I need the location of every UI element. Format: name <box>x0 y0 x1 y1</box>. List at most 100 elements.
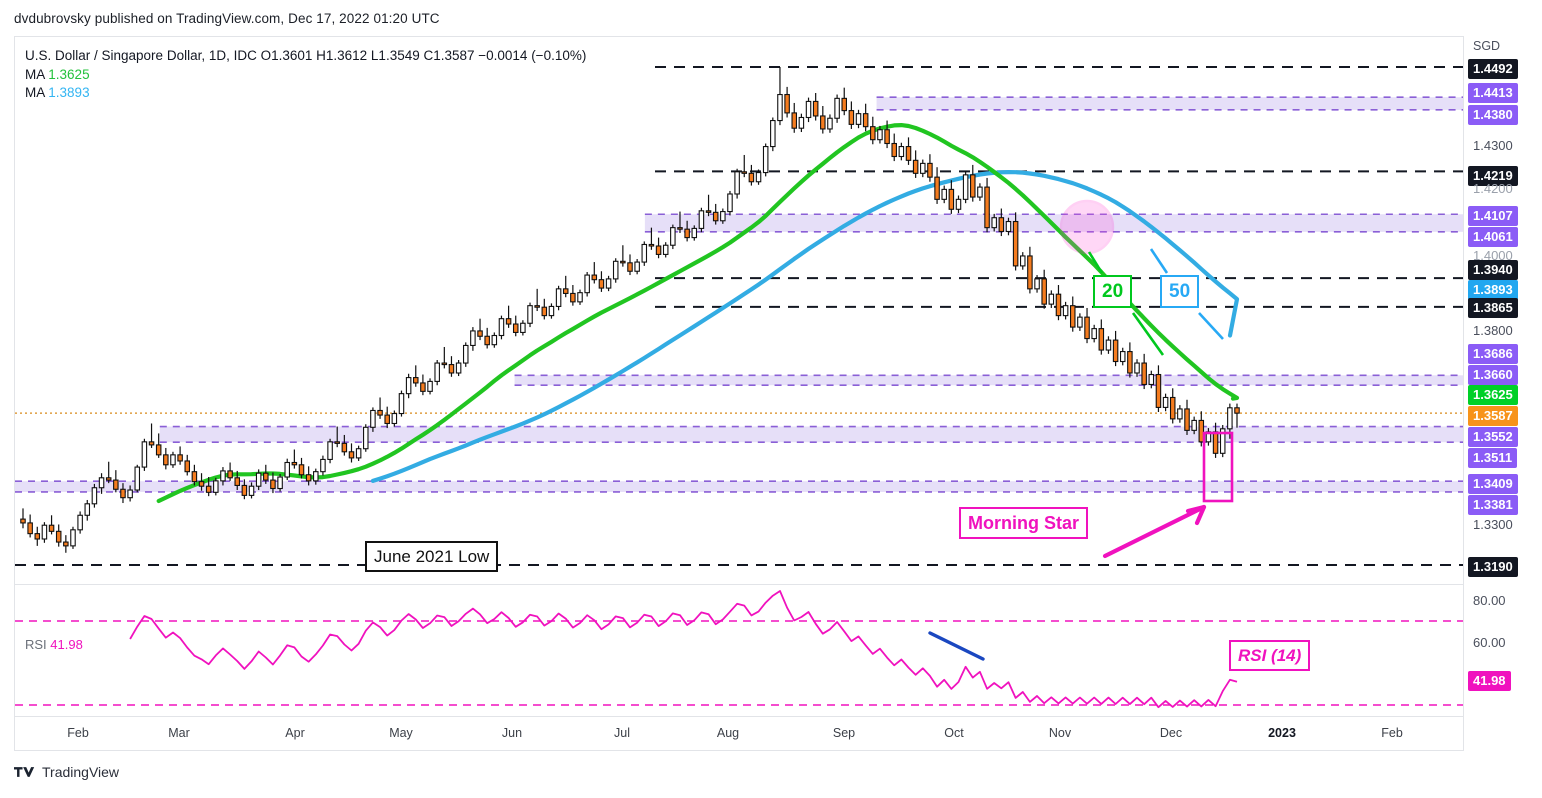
candle-body <box>898 146 905 158</box>
ma-cross-highlight-circle <box>1059 199 1115 255</box>
candle-body <box>734 171 740 195</box>
candle-body <box>341 442 348 453</box>
candle-body <box>355 448 362 459</box>
time-tick: May <box>389 726 413 740</box>
candle-body <box>298 464 305 476</box>
candle-body <box>720 211 726 222</box>
candle-body <box>612 260 619 280</box>
candle-body <box>798 116 805 129</box>
candle-body <box>691 227 698 239</box>
chart-frame[interactable]: U.S. Dollar / Singapore Dollar, 1D, IDC … <box>14 36 1464 751</box>
candle-body <box>491 334 498 346</box>
candle-body <box>1012 220 1019 267</box>
candle-body <box>498 318 505 337</box>
candle-body <box>170 454 176 466</box>
candle-body <box>27 522 33 535</box>
candle-body <box>1091 328 1097 340</box>
price-scale-divider <box>1463 37 1464 750</box>
price-tick: 1.3190 <box>1468 557 1518 577</box>
candle-body <box>155 444 162 456</box>
candle-body <box>1084 316 1090 340</box>
candle-body <box>555 288 562 307</box>
time-tick: Feb <box>1381 726 1403 740</box>
annotation-morning-star[interactable]: Morning Star <box>959 507 1088 539</box>
chart-canvas[interactable] <box>15 37 1463 715</box>
candle-body <box>634 261 640 272</box>
price-tick: 1.4061 <box>1468 227 1518 247</box>
price-tick: 1.3381 <box>1468 495 1518 515</box>
candle-body <box>98 477 105 489</box>
candle-body <box>934 176 940 200</box>
candle-body <box>548 305 555 317</box>
price-tick: 1.3511 <box>1468 448 1518 468</box>
candle-body <box>1134 362 1140 374</box>
candle-body <box>1169 396 1176 420</box>
annotation-ma20[interactable]: 20 <box>1093 275 1133 308</box>
annotation-june-2021-low[interactable]: June 2021 Low <box>365 541 499 572</box>
candle-body <box>505 318 512 325</box>
price-axis[interactable]: SGD 1.4492 1.4413 1.4380 1.4300 1.4219 1.4200… <box>1465 37 1542 750</box>
candle-body <box>534 305 540 308</box>
candle-body <box>205 485 212 493</box>
candle-body <box>627 262 633 272</box>
candle-body <box>1048 293 1055 305</box>
candle-body <box>241 484 248 496</box>
candle-body <box>255 472 262 487</box>
candle-body <box>712 211 719 222</box>
tradingview-logo-icon <box>14 765 36 779</box>
candle-body <box>905 146 912 161</box>
candle-body <box>1055 293 1062 317</box>
candle-body <box>370 409 376 428</box>
candle-body <box>741 171 748 174</box>
screenshot-root: dvdubrovsky published on TradingView.com… <box>0 0 1542 798</box>
time-axis[interactable]: Feb Mar Apr May Jun Jul Aug Sep Oct Nov Dec 2023 Feb <box>15 718 1463 751</box>
candle-body <box>148 441 155 446</box>
candle-body <box>477 330 483 337</box>
publish-line: dvdubrovsky published on TradingView.com… <box>14 11 440 26</box>
candle-body <box>77 514 83 531</box>
candle-body <box>1227 407 1233 430</box>
candle-body <box>977 186 983 198</box>
time-axis-divider <box>15 716 1463 717</box>
candle-body <box>584 274 590 294</box>
candle-body <box>327 441 333 460</box>
candle-body <box>20 518 26 524</box>
candle-body <box>91 487 98 505</box>
candle-body <box>377 409 383 416</box>
candle-body <box>991 217 997 229</box>
candle-body <box>1127 351 1133 374</box>
candle-body <box>270 479 276 490</box>
candle-body <box>677 227 683 230</box>
candle-body <box>1155 373 1162 408</box>
candle-body <box>227 470 233 479</box>
candle-body <box>284 461 290 478</box>
ma50-leader-line-bottom <box>1198 312 1224 340</box>
candle-body <box>291 461 298 466</box>
candle-body <box>1162 396 1169 408</box>
price-tick: 1.3686 <box>1468 344 1518 364</box>
candle-body <box>605 278 612 289</box>
candle-body <box>1005 220 1012 233</box>
candle-body <box>770 119 776 148</box>
candle-body <box>163 454 169 466</box>
candle-body <box>1062 305 1069 317</box>
candle-body <box>455 362 462 374</box>
candle-body <box>955 198 962 210</box>
candle-body <box>805 100 812 119</box>
candle-body <box>641 243 648 263</box>
candle-body <box>1177 408 1183 420</box>
candle-body <box>55 530 62 543</box>
candle-body <box>234 477 240 486</box>
price-tick: 1.4107 <box>1468 206 1518 226</box>
price-tick: 60.00 <box>1473 635 1506 650</box>
annotation-rsi-14[interactable]: RSI (14) <box>1229 640 1311 671</box>
price-tick: 1.3625 <box>1468 385 1518 405</box>
candle-body <box>562 288 569 294</box>
supply-demand-zone <box>15 481 1463 492</box>
candle-body <box>177 454 183 462</box>
candle-body <box>405 377 412 395</box>
candle-body <box>1191 419 1197 431</box>
candle-body <box>127 489 133 499</box>
candle-body <box>998 217 1005 233</box>
annotation-ma50[interactable]: 50 <box>1160 275 1200 308</box>
